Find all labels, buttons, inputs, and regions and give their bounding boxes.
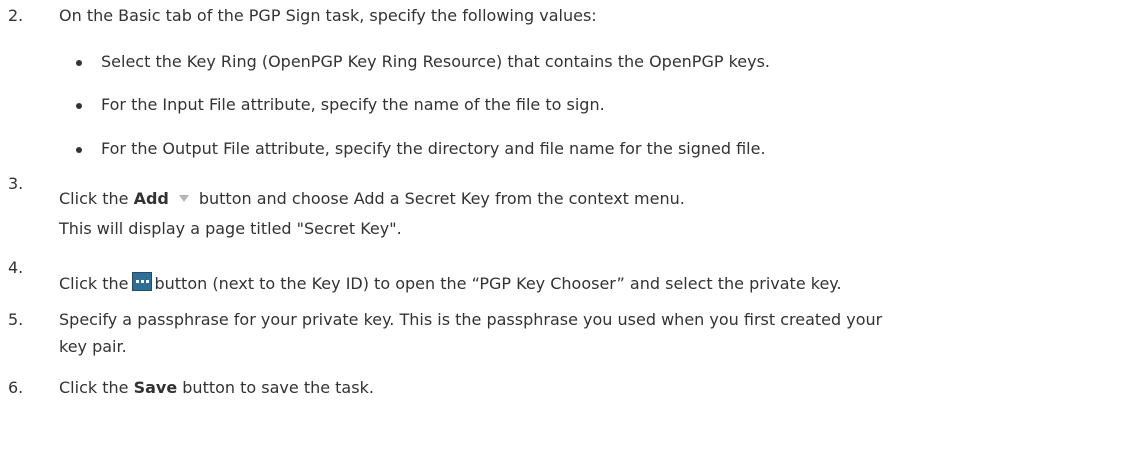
step-number: 2. bbox=[8, 6, 24, 25]
list-item: Select the Key Ring (OpenPGP Key Ring Re… bbox=[101, 52, 771, 71]
step-text: Click the Save button to save the task. bbox=[59, 378, 374, 397]
list-item: For the Output File attribute, specify t… bbox=[101, 139, 766, 158]
bullet-icon bbox=[76, 147, 82, 153]
step-text-line2: This will display a page titled "Secret … bbox=[59, 219, 402, 238]
dropdown-caret-icon bbox=[178, 194, 189, 202]
step-number: 4. bbox=[8, 258, 24, 277]
list-item: For the Input File attribute, specify th… bbox=[101, 95, 605, 114]
add-button-label: Add bbox=[133, 189, 169, 208]
step-text: Click the Add button and choose Add a Sec… bbox=[59, 189, 685, 208]
step-text: On the Basic tab of the PGP Sign task, s… bbox=[59, 6, 597, 25]
step-number: 3. bbox=[8, 174, 24, 193]
ellipsis-browse-icon bbox=[132, 272, 153, 291]
step-text-line2: key pair. bbox=[59, 337, 127, 356]
bullet-icon bbox=[76, 103, 82, 109]
step-number: 5. bbox=[8, 310, 24, 329]
step-text: Click the button (next to the Key ID) to … bbox=[59, 272, 842, 293]
step-text: Specify a passphrase for your private ke… bbox=[59, 310, 883, 329]
save-button-label: Save bbox=[133, 378, 178, 397]
step-number: 6. bbox=[8, 378, 24, 397]
bullet-icon bbox=[76, 60, 82, 66]
